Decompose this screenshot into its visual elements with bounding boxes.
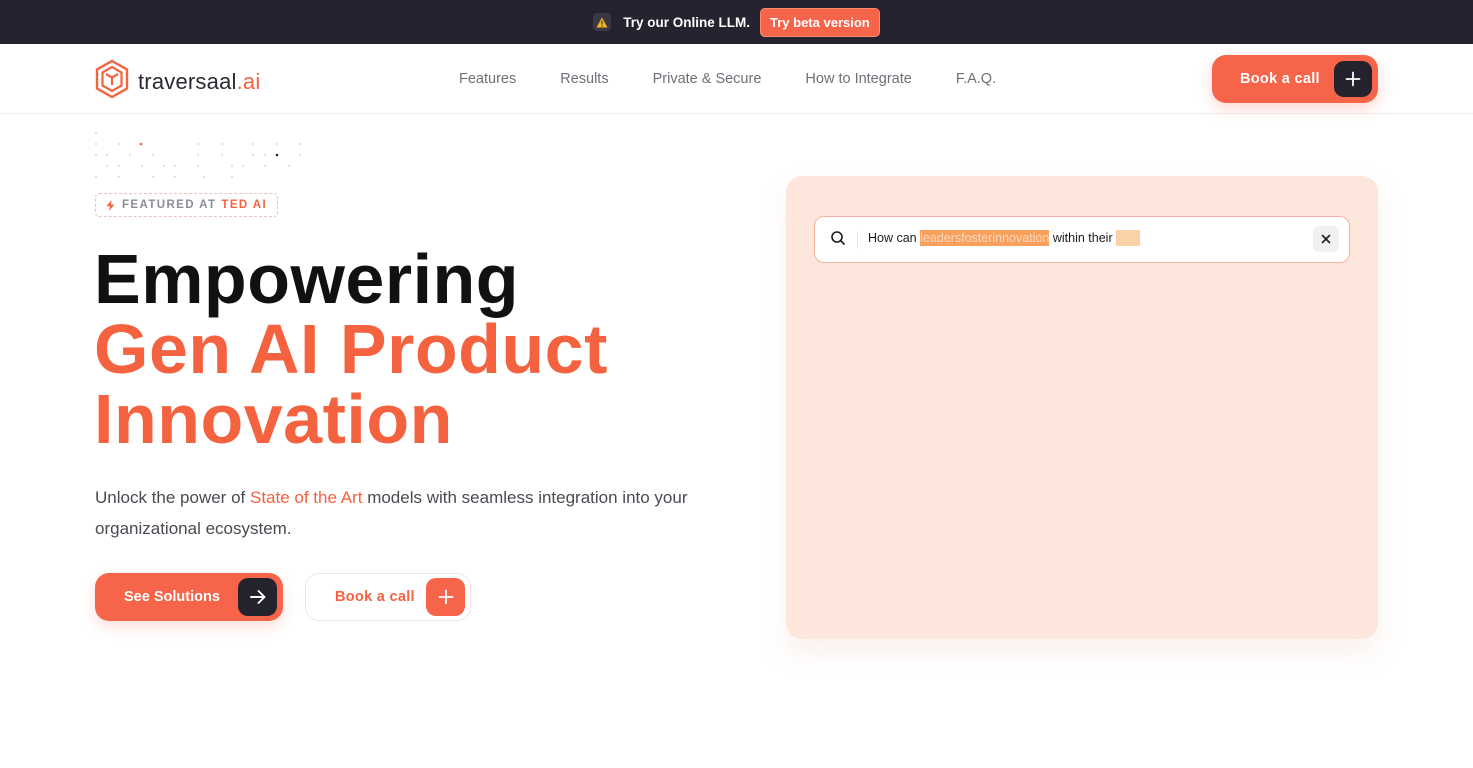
hero-subtitle-highlight: State of the Art [249,488,363,507]
decorative-dot-grid [95,132,301,178]
clear-search-button[interactable] [1313,226,1339,252]
search-query-text: How can leadersfosterinnovation within t… [868,230,1141,246]
see-solutions-button[interactable]: See Solutions [95,573,283,621]
logo[interactable]: traversaal.ai [94,59,260,104]
hero-title: Empowering Gen AI Product Innovation [94,244,608,454]
logo-text: traversaal.ai [138,68,261,94]
announcement-bar: Try our Online LLM. Try beta version [0,0,1473,44]
nav-book-call-label: Book a call [1240,71,1320,87]
demo-panel: How can leadersfosterinnovation within t… [786,176,1378,639]
warning-triangle-icon [593,13,612,31]
plus-icon [426,578,465,616]
plus-icon [1334,61,1372,97]
search-icon [830,230,846,251]
nav-book-call-button[interactable]: Book a call [1212,55,1378,103]
query-token: foster [961,230,993,246]
hero-book-call-button[interactable]: Book a call [305,573,471,621]
main-nav: traversaal.ai Features Results Private &… [0,44,1473,114]
hero-title-line-2: Gen AI Product [94,310,608,388]
close-icon [1321,234,1331,244]
nav-link-how-to-integrate[interactable]: How to Integrate [805,71,911,87]
arrow-right-icon [238,578,277,616]
see-solutions-label: See Solutions [124,589,220,605]
lightning-icon [106,199,115,211]
try-beta-button[interactable]: Try beta version [760,7,880,37]
featured-badge: FEATURED AT TED AI [95,193,279,217]
hero-book-call-label: Book a call [335,589,415,605]
logo-mark-icon [94,59,130,104]
featured-badge-highlight: TED AI [221,199,268,211]
nav-link-faq[interactable]: F.A.Q. [956,71,996,87]
hero-title-line-1: Empowering [94,240,520,318]
search-divider [857,231,858,249]
announcement-text: Try our Online LLM. [623,14,751,30]
demo-search-bar[interactable]: How can leadersfosterinnovation within t… [814,216,1350,263]
query-token: orgs [1116,230,1141,246]
nav-links: Features Results Private & Secure How to… [459,44,1040,114]
nav-link-features[interactable]: Features [459,71,516,87]
nav-link-private-secure[interactable]: Private & Secure [653,71,762,87]
hero-title-line-3: Innovation [94,380,453,458]
query-token: innovation [992,230,1050,246]
nav-link-results[interactable]: Results [560,71,608,87]
hero-subtitle: Unlock the power of State of the Art mod… [95,488,688,538]
featured-badge-prefix: FEATURED AT [122,199,217,211]
query-token: leaders [920,230,962,246]
